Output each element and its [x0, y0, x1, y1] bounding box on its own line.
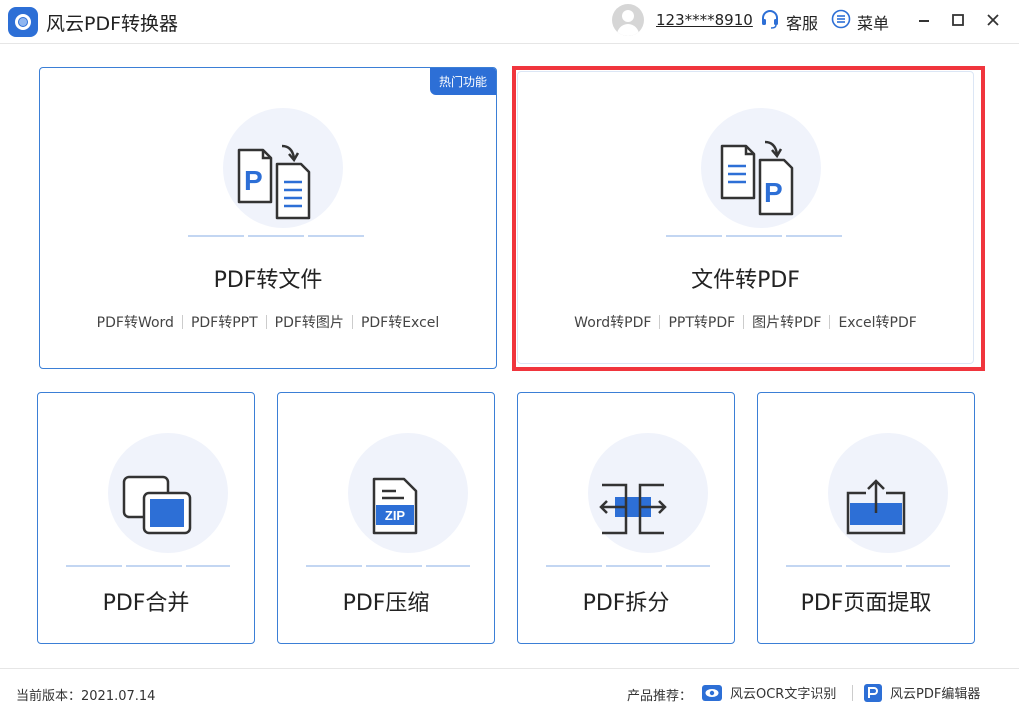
divider — [265, 315, 267, 329]
card-divider — [306, 565, 470, 567]
menu-button[interactable]: 菜单 — [857, 10, 889, 34]
minimize-button[interactable] — [912, 8, 936, 32]
link-word-to-pdf[interactable]: Word转PDF — [574, 312, 651, 332]
card-title: PDF压缩 — [342, 591, 430, 616]
card-divider — [786, 565, 950, 567]
username-link[interactable]: 123****8910 — [656, 11, 753, 29]
card-pdf-merge[interactable]: PDF合并 — [37, 392, 255, 644]
merge-icon — [122, 475, 192, 535]
link-excel-to-pdf[interactable]: Excel转PDF — [838, 312, 916, 332]
menu-icon[interactable] — [831, 9, 851, 29]
link-image-to-pdf[interactable]: 图片转PDF — [752, 312, 821, 332]
recommend-label: 产品推荐： — [627, 689, 693, 704]
card-file-to-pdf[interactable]: P 文件转PDF Word转PDF PPT转PDF 图片转PDF Excel转P… — [517, 71, 974, 364]
zip-icon: ZIP — [372, 477, 418, 535]
service-button[interactable]: 客服 — [786, 10, 818, 34]
minimize-icon — [919, 20, 929, 22]
pdf-to-file-icon: P — [237, 144, 311, 220]
svg-text:P: P — [764, 177, 783, 208]
divider — [351, 315, 353, 329]
footer: 当前版本：2021.07.14 产品推荐： 风云OCR文字识别 风云PDF编辑器 — [0, 668, 1019, 716]
hot-feature-badge: 热门功能 — [429, 68, 496, 95]
link-pdf-to-ppt[interactable]: PDF转PPT — [191, 312, 258, 332]
card-title: PDF合并 — [102, 591, 190, 616]
card-pdf-compress[interactable]: ZIP PDF压缩 — [277, 392, 495, 644]
file-to-pdf-icon: P — [720, 140, 794, 216]
rec-editor-link[interactable]: 风云PDF编辑器 — [864, 683, 980, 702]
maximize-button[interactable] — [946, 8, 970, 32]
card-title: PDF拆分 — [582, 591, 670, 616]
card-divider — [666, 235, 842, 237]
link-ppt-to-pdf[interactable]: PPT转PDF — [668, 312, 735, 332]
sub-links: PDF转Word PDF转PPT PDF转图片 PDF转Excel — [40, 312, 496, 332]
divider — [743, 315, 745, 329]
rec-editor-label: 风云PDF编辑器 — [890, 687, 981, 702]
divider — [659, 315, 661, 329]
pdf-editor-logo-icon — [864, 683, 882, 702]
app-title: 风云PDF转换器 — [46, 13, 179, 35]
eye-icon — [702, 684, 722, 701]
version-text: 当前版本：2021.07.14 — [16, 689, 156, 704]
maximize-icon — [952, 14, 964, 26]
rec-ocr-link[interactable]: 风云OCR文字识别 — [702, 683, 836, 702]
close-icon — [987, 14, 999, 26]
rec-ocr-label: 风云OCR文字识别 — [730, 687, 837, 702]
divider — [852, 685, 853, 701]
sub-links: Word转PDF PPT转PDF 图片转PDF Excel转PDF — [518, 312, 973, 332]
avatar[interactable] — [612, 4, 644, 36]
card-title: 文件转PDF — [691, 268, 800, 293]
extract-icon — [846, 479, 906, 535]
card-pdf-to-file[interactable]: 热门功能 P PDF转文件 PDF转Word PDF转PPT PDF转图片 PD… — [39, 67, 497, 369]
split-icon — [599, 483, 667, 535]
zip-label: ZIP — [385, 508, 406, 523]
close-button[interactable] — [981, 8, 1005, 32]
card-title: PDF转文件 — [213, 268, 323, 293]
headset-icon[interactable] — [760, 9, 780, 29]
card-title: PDF页面提取 — [800, 591, 932, 616]
app-logo-icon — [8, 7, 38, 37]
link-pdf-to-excel[interactable]: PDF转Excel — [361, 312, 439, 332]
card-divider — [546, 565, 710, 567]
link-pdf-to-word[interactable]: PDF转Word — [97, 312, 174, 332]
card-pdf-split[interactable]: PDF拆分 — [517, 392, 735, 644]
card-pdf-extract[interactable]: PDF页面提取 — [757, 392, 975, 644]
link-pdf-to-image[interactable]: PDF转图片 — [275, 312, 344, 332]
title-bar: 风云PDF转换器 123****8910 客服 菜单 — [0, 0, 1019, 44]
card-divider — [188, 235, 364, 237]
divider — [181, 315, 183, 329]
divider — [829, 315, 831, 329]
svg-text:P: P — [244, 165, 263, 196]
card-divider — [66, 565, 230, 567]
